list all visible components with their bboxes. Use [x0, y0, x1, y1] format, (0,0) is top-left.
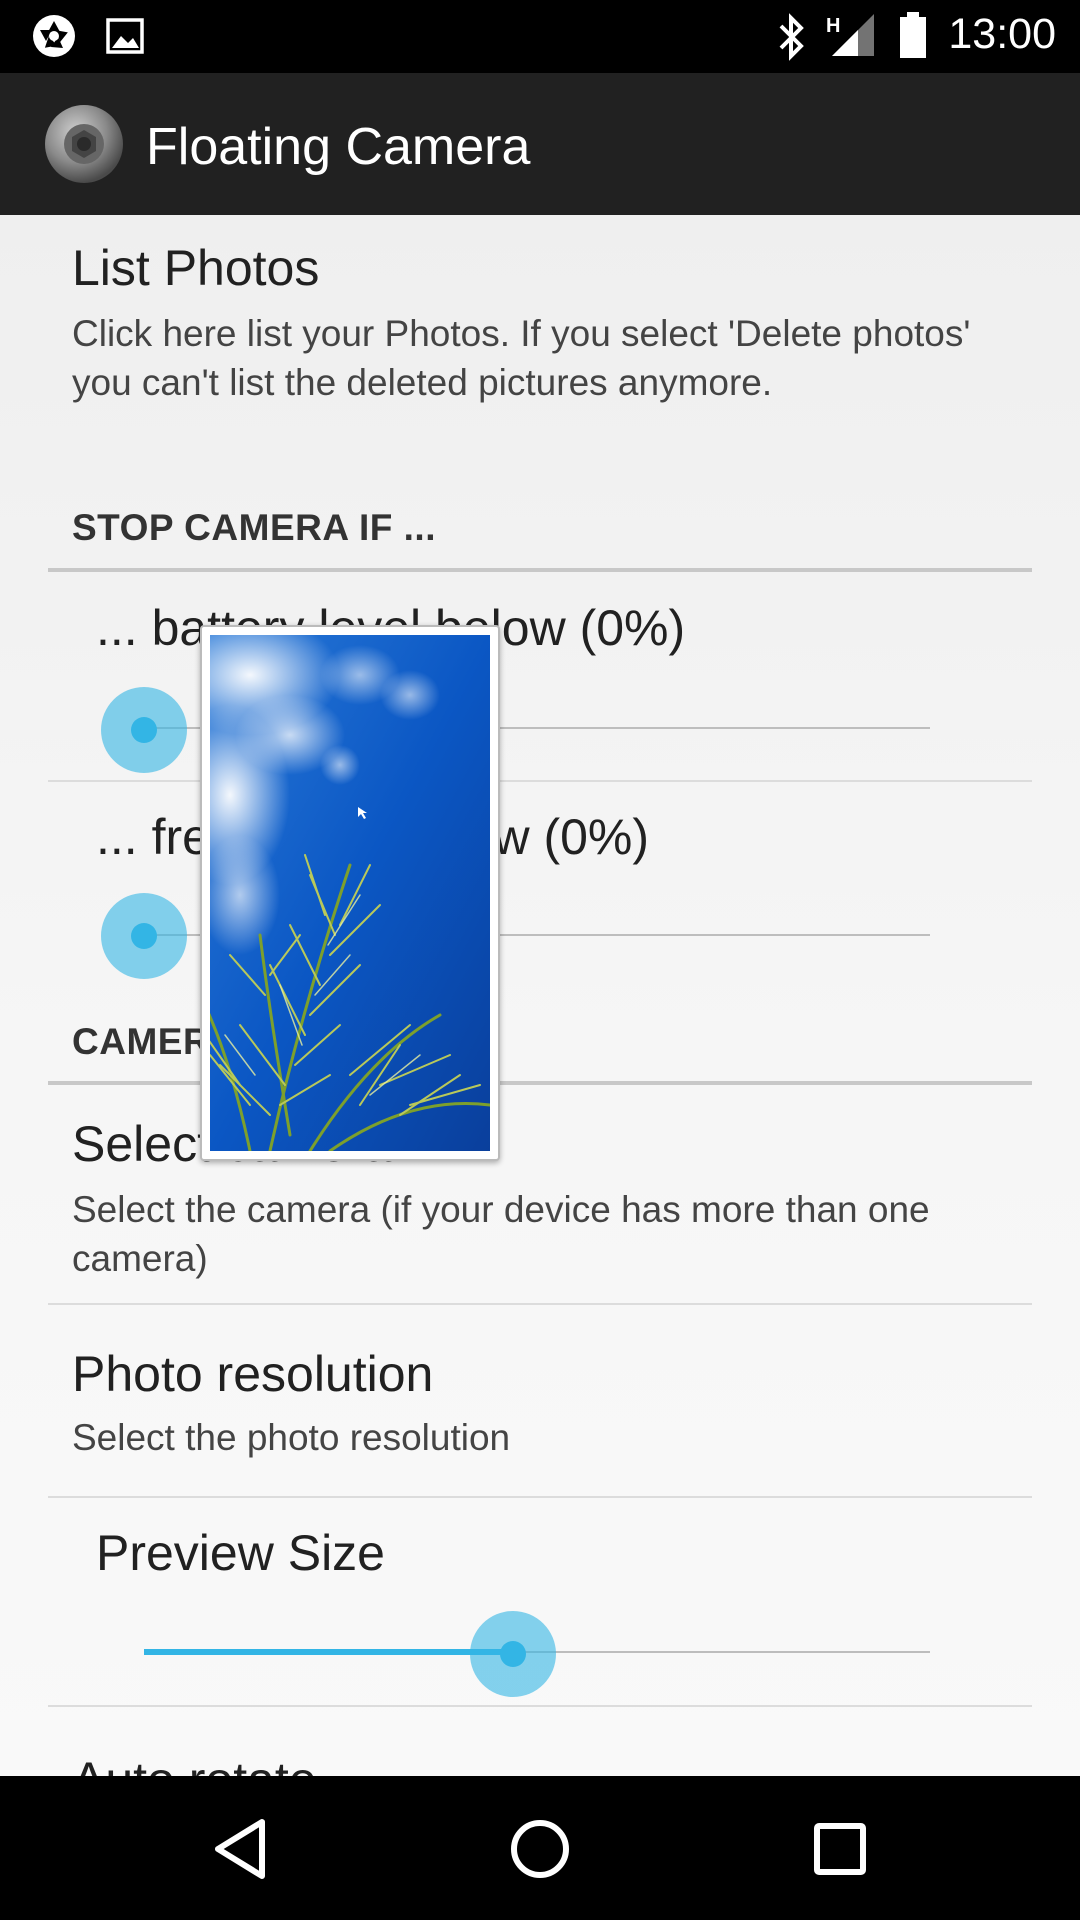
photo-resolution-summary: Select the photo resolution	[72, 1417, 511, 1458]
floating-camera-preview[interactable]	[200, 625, 500, 1161]
back-icon[interactable]	[190, 1804, 290, 1894]
select-camera-preference[interactable]: Select camera Select the camera (if your…	[0, 1085, 1080, 1302]
clock: 13:00	[948, 10, 1056, 58]
free-space-preference[interactable]: ... free space below (0%)	[0, 782, 1080, 987]
aperture-icon	[30, 12, 78, 65]
navigation-bar	[0, 1776, 1080, 1920]
camera-lens-icon[interactable]	[44, 104, 124, 184]
recents-icon[interactable]	[790, 1804, 890, 1894]
app-title: Floating Camera	[146, 118, 531, 176]
home-icon[interactable]	[490, 1804, 590, 1894]
bluetooth-icon	[775, 12, 809, 67]
photo-resolution-preference[interactable]: Photo resolution Select the photo resolu…	[0, 1305, 1080, 1495]
auto-rotate-title: Auto rotate	[72, 1751, 317, 1776]
app-bar: Floating Camera	[0, 73, 1080, 215]
image-icon	[106, 16, 146, 61]
preview-size-thumb[interactable]	[470, 1611, 557, 1697]
preview-size-title: Preview Size	[96, 1525, 385, 1581]
list-photos-summary: Click here list your Photos. If you sele…	[72, 313, 971, 403]
list-photos-title: List Photos	[72, 240, 320, 296]
signal-h-icon: H	[824, 10, 876, 65]
preview-size-progress	[144, 1649, 514, 1655]
preferences-list[interactable]: List Photos Click here list your Photos.…	[0, 215, 1080, 1776]
preview-size-preference[interactable]: Preview Size	[0, 1498, 1080, 1703]
camera-preview-image	[210, 635, 490, 1151]
battery-level-preference[interactable]: ... battery level below (0%)	[0, 572, 1080, 777]
free-space-thumb[interactable]	[101, 893, 187, 979]
status-bar: H 13:00	[0, 0, 1080, 73]
select-camera-summary: Select the camera (if your device has mo…	[72, 1189, 930, 1279]
svg-text:H: H	[826, 15, 840, 37]
battery-level-thumb[interactable]	[101, 687, 187, 773]
category-stop-camera: STOP CAMERA IF ...	[72, 507, 436, 548]
photo-resolution-title: Photo resolution	[72, 1346, 434, 1402]
battery-icon	[898, 10, 928, 65]
list-photos-preference[interactable]: List Photos Click here list your Photos.…	[0, 215, 1080, 475]
auto-rotate-preference[interactable]: Auto rotate	[0, 1707, 1080, 1776]
